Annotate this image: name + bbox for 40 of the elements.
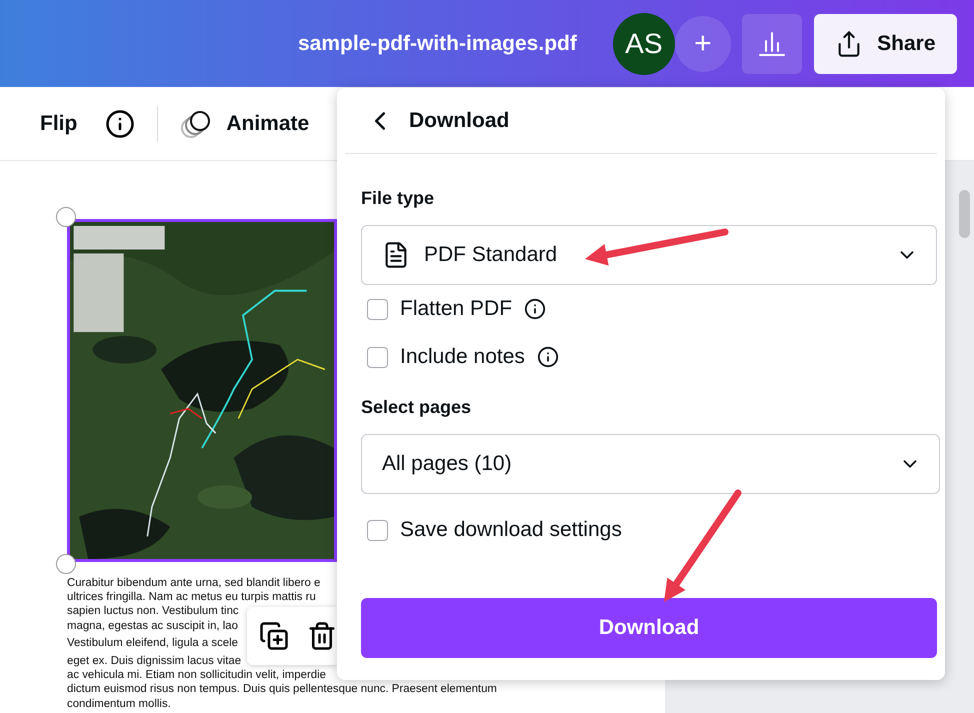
checkbox[interactable] xyxy=(367,298,388,320)
body-text-line: ultrices fringilla. Nam ac metus eu turpis mattis ru xyxy=(67,590,316,604)
body-text-line: magna, egestas ac suscipit in, lao xyxy=(67,618,238,633)
share-button[interactable]: Share xyxy=(814,14,957,74)
delete-button[interactable] xyxy=(307,621,337,651)
flip-button[interactable]: Flip xyxy=(40,112,78,136)
duplicate-button[interactable] xyxy=(259,621,289,651)
body-text-line: Vestibulum eleifend, ligula a scele xyxy=(67,636,238,650)
bar-chart-icon xyxy=(758,30,786,56)
resize-handle[interactable] xyxy=(56,207,76,227)
document-title: sample-pdf-with-images.pdf xyxy=(298,32,577,56)
scrollbar-thumb[interactable] xyxy=(959,190,970,238)
info-button[interactable] xyxy=(105,108,136,138)
insights-button[interactable] xyxy=(742,14,802,74)
file-type-label: File type xyxy=(361,188,436,209)
file-type-select[interactable]: PDF Standard xyxy=(361,225,937,285)
checkbox[interactable] xyxy=(367,520,388,540)
info-icon[interactable] xyxy=(536,346,559,368)
trash-icon xyxy=(307,621,337,651)
select-pages-label: Select pages xyxy=(361,397,472,418)
option-label: Include notes xyxy=(400,345,525,369)
body-text-line: sapien luctus non. Vestibulum tinc xyxy=(67,604,239,619)
body-text-line: eget ex. Duis dignissim lacus vitae xyxy=(67,654,242,668)
body-text-line: ac vehicula mi. Etiam non sollicitudin velit, imperdie xyxy=(67,668,326,682)
body-text-line: Curabitur bibendum ante urna, sed blandit libero e xyxy=(67,576,320,590)
panel-title: Download xyxy=(409,108,510,132)
resize-handle[interactable] xyxy=(56,554,76,574)
pages-select[interactable]: All pages (10) xyxy=(361,434,940,494)
download-button[interactable]: Download xyxy=(361,598,937,658)
body-text-line: dictum euismod risus non tempus. Duis quis pellentesque nunc. Praesent elementum xyxy=(67,682,497,697)
add-collaborator-button[interactable]: + xyxy=(674,16,731,72)
duplicate-icon xyxy=(259,621,289,651)
option-label: Save download settings xyxy=(400,518,622,542)
user-avatar[interactable]: AS xyxy=(612,12,675,74)
checkbox[interactable] xyxy=(367,346,388,368)
option-label: Flatten PDF xyxy=(400,297,512,321)
body-text-line: condimentum mollis. xyxy=(67,696,171,711)
animate-button[interactable]: Animate xyxy=(180,108,310,138)
info-icon[interactable] xyxy=(524,298,546,320)
info-icon xyxy=(105,108,136,138)
